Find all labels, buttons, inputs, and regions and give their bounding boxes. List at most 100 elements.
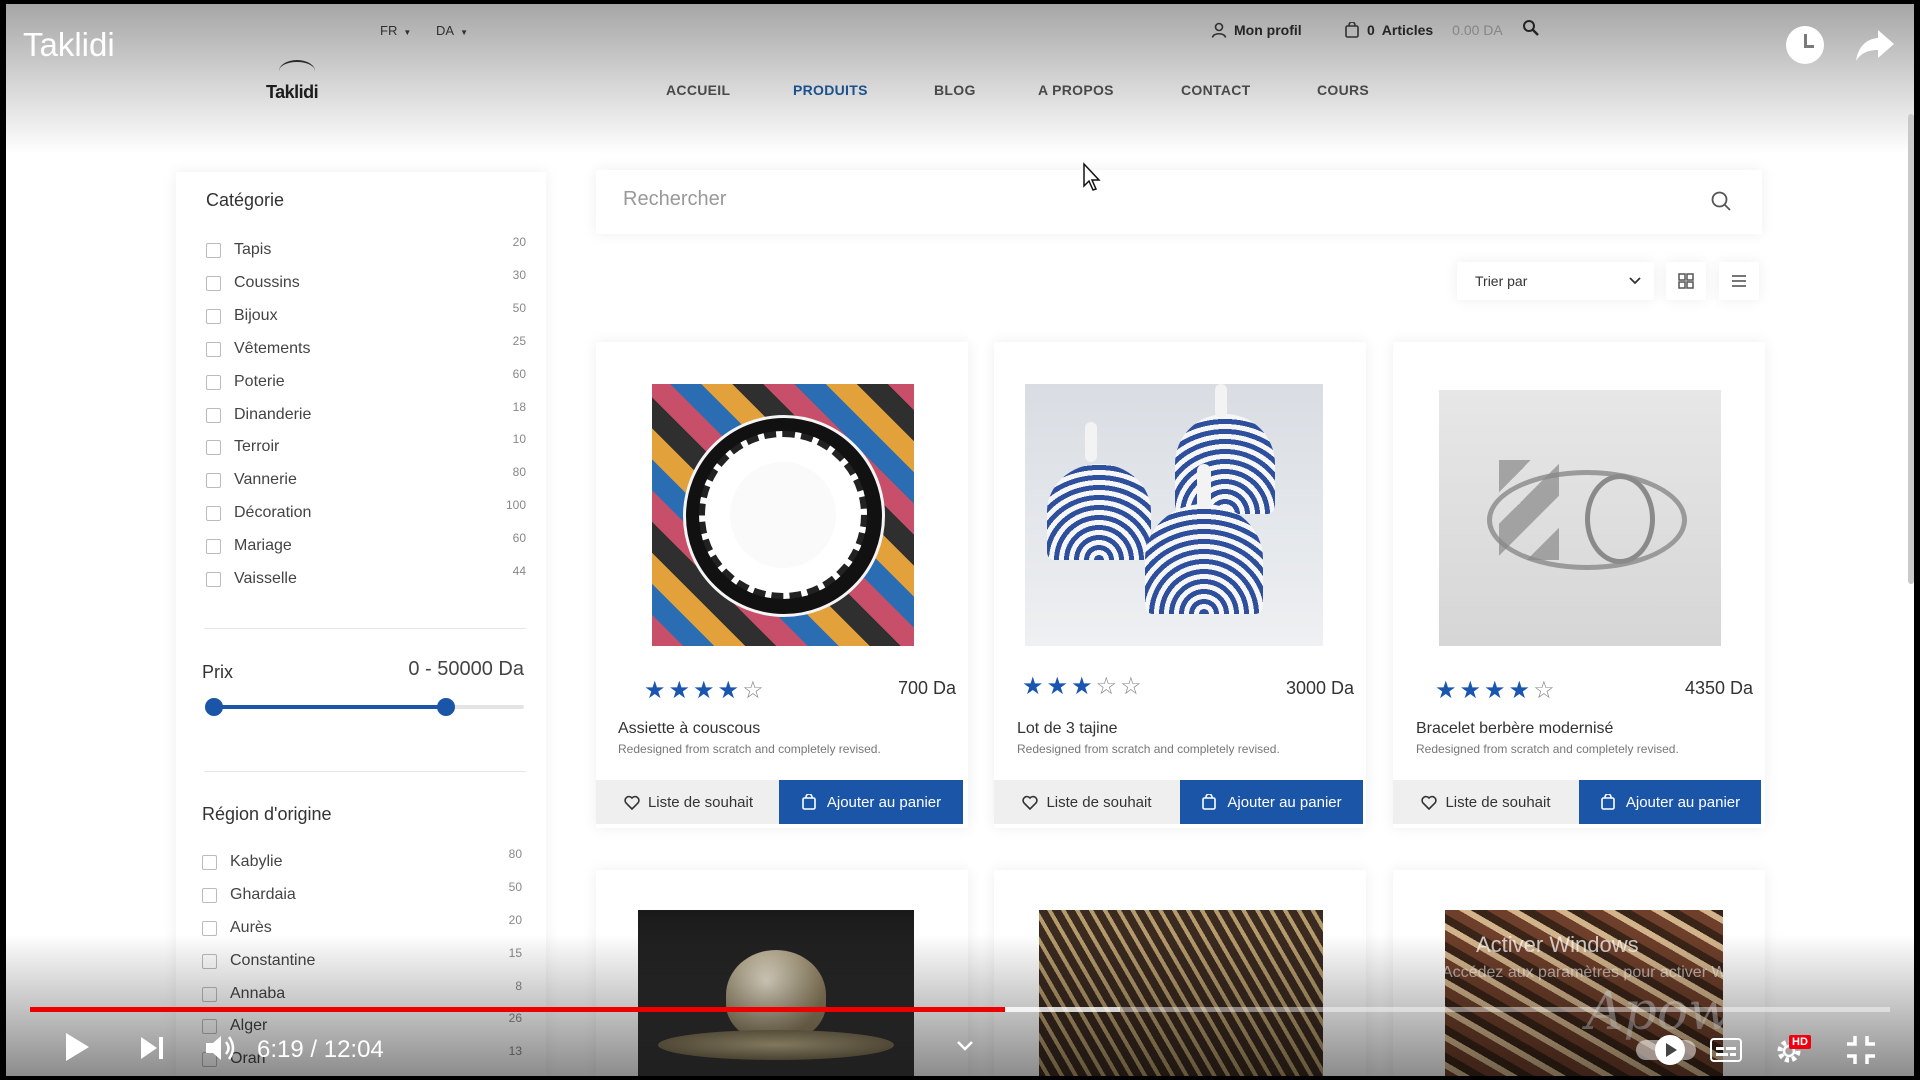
category-label: Terroir — [234, 438, 280, 455]
category-item-vannerie[interactable]: Vannerie 80 — [206, 465, 526, 491]
product-image-garment[interactable] — [1039, 910, 1323, 1076]
checkbox[interactable] — [206, 374, 221, 390]
wishlist-button[interactable]: Liste de souhait — [994, 780, 1180, 824]
category-item-decoration[interactable]: Décoration 100 — [206, 498, 526, 524]
checkbox[interactable] — [202, 953, 217, 969]
add-to-cart-button[interactable]: Ajouter au panier — [1579, 780, 1761, 824]
exit-fullscreen-icon[interactable] — [1845, 1034, 1877, 1066]
wishlist-label: Liste de souhait — [647, 793, 754, 811]
checkbox[interactable] — [206, 242, 221, 258]
region-item-ghardaia[interactable]: Ghardaia 50 — [202, 880, 522, 906]
product-image-plate[interactable] — [652, 384, 914, 646]
checkbox[interactable] — [206, 472, 221, 488]
nav-cours[interactable]: COURS — [1317, 82, 1369, 98]
checkbox[interactable] — [202, 887, 217, 903]
star-filled-icon: ★ — [1459, 677, 1485, 704]
wishlist-label: Liste de souhait — [1445, 793, 1551, 811]
category-item-coussins[interactable]: Coussins 30 — [206, 268, 526, 294]
cart-icon — [1601, 794, 1615, 810]
product-name[interactable]: Lot de 3 tajine — [1017, 720, 1118, 738]
nav-accueil[interactable]: ACCUEIL — [666, 82, 730, 98]
star-empty-icon: ☆ — [1533, 677, 1558, 704]
star-empty-icon: ☆ — [742, 677, 767, 704]
watch-later-button[interactable] — [1786, 26, 1824, 64]
category-item-vetements[interactable]: Vêtements 25 — [206, 334, 526, 360]
next-icon[interactable] — [138, 1034, 166, 1062]
cart-link[interactable]: 0 Articles 0.00 DA — [1344, 22, 1503, 38]
category-count: 80 — [512, 465, 526, 479]
checkbox[interactable] — [206, 341, 221, 357]
currency-value: DA — [436, 23, 455, 38]
checkbox[interactable] — [206, 571, 221, 587]
region-item-kabylie[interactable]: Kabylie 80 — [202, 847, 522, 873]
wishlist-button[interactable]: Liste de souhait — [1393, 780, 1579, 824]
nav-blog[interactable]: BLOG — [934, 82, 976, 98]
checkbox[interactable] — [202, 920, 217, 936]
nav-a-propos[interactable]: A PROPOS — [1038, 82, 1114, 98]
price-slider-max-handle[interactable] — [436, 698, 455, 716]
profile-link[interactable]: Mon profil — [1211, 22, 1302, 38]
grid-view-button[interactable] — [1666, 262, 1706, 300]
category-item-bijoux[interactable]: Bijoux 50 — [206, 301, 526, 327]
search-icon[interactable] — [1710, 190, 1732, 212]
product-image-bracelet[interactable] — [1439, 390, 1721, 646]
region-item-aures[interactable]: Aurès 20 — [202, 913, 522, 939]
category-item-tapis[interactable]: Tapis 20 — [206, 235, 526, 261]
caret-down-icon: ▼ — [403, 28, 412, 37]
checkbox[interactable] — [206, 308, 221, 324]
chevron-down-icon[interactable] — [956, 1040, 974, 1052]
grid-icon — [1678, 273, 1694, 289]
category-item-terroir[interactable]: Terroir 10 — [206, 432, 526, 458]
product-image-tajines[interactable] — [1025, 384, 1323, 646]
caret-down-icon: ▼ — [460, 28, 468, 37]
wishlist-button[interactable]: Liste de souhait — [596, 780, 781, 824]
volume-icon[interactable] — [204, 1032, 238, 1064]
search-input[interactable] — [596, 170, 1762, 234]
add-to-cart-button[interactable]: Ajouter au panier — [1180, 780, 1363, 824]
subtitles-icon[interactable] — [1710, 1038, 1742, 1062]
region-label: Annaba — [230, 985, 286, 1002]
play-icon[interactable] — [62, 1030, 92, 1064]
region-item-constantine[interactable]: Constantine 15 — [202, 946, 522, 972]
nav-contact[interactable]: CONTACT — [1181, 82, 1251, 98]
currency-selector[interactable]: DA ▼ — [436, 23, 468, 38]
list-view-button[interactable] — [1719, 262, 1759, 300]
video-title[interactable]: Taklidi — [23, 26, 115, 64]
star-filled-icon: ★ — [1071, 673, 1096, 700]
nav-produits[interactable]: PRODUITS — [793, 82, 868, 98]
cart-count: 0 — [1367, 22, 1375, 38]
search-icon[interactable] — [1522, 19, 1540, 37]
region-label: Ghardaia — [230, 886, 296, 903]
star-filled-icon: ★ — [668, 677, 694, 704]
product-name[interactable]: Assiette à couscous — [618, 720, 760, 738]
checkbox[interactable] — [206, 538, 221, 554]
checkbox[interactable] — [206, 505, 221, 521]
checkbox[interactable] — [206, 407, 221, 423]
page-scrollbar[interactable] — [1908, 114, 1914, 584]
price-slider-min-handle[interactable] — [205, 698, 223, 716]
checkbox[interactable] — [206, 275, 221, 291]
checkbox[interactable] — [206, 439, 221, 455]
region-item-alger[interactable]: Alger 26 — [202, 1011, 522, 1037]
category-item-poterie[interactable]: Poterie 60 — [206, 367, 526, 393]
star-filled-icon: ★ — [1508, 677, 1534, 704]
star-filled-icon: ★ — [644, 677, 669, 704]
share-icon[interactable] — [1854, 26, 1896, 64]
category-count: 25 — [512, 334, 526, 348]
checkbox[interactable] — [202, 854, 217, 870]
product-name[interactable]: Bracelet berbère modernisé — [1416, 720, 1613, 738]
add-to-cart-button[interactable]: Ajouter au panier — [779, 780, 963, 824]
site-logo[interactable]: Taklidi — [266, 82, 319, 103]
category-count: 18 — [512, 400, 526, 414]
checkbox[interactable] — [202, 986, 217, 1002]
region-item-annaba[interactable]: Annaba 8 — [202, 979, 522, 1005]
category-item-dinanderie[interactable]: Dinanderie 18 — [206, 400, 526, 426]
sort-dropdown[interactable]: Trier par — [1457, 262, 1654, 300]
region-count: 20 — [508, 913, 522, 927]
category-item-mariage[interactable]: Mariage 60 — [206, 531, 526, 557]
region-count: 26 — [508, 1011, 522, 1025]
mouse-cursor-icon — [1083, 162, 1101, 191]
language-selector[interactable]: FR ▼ — [380, 23, 411, 38]
product-image-teapot[interactable] — [638, 910, 914, 1076]
category-item-vaisselle[interactable]: Vaisselle 44 — [206, 564, 526, 590]
